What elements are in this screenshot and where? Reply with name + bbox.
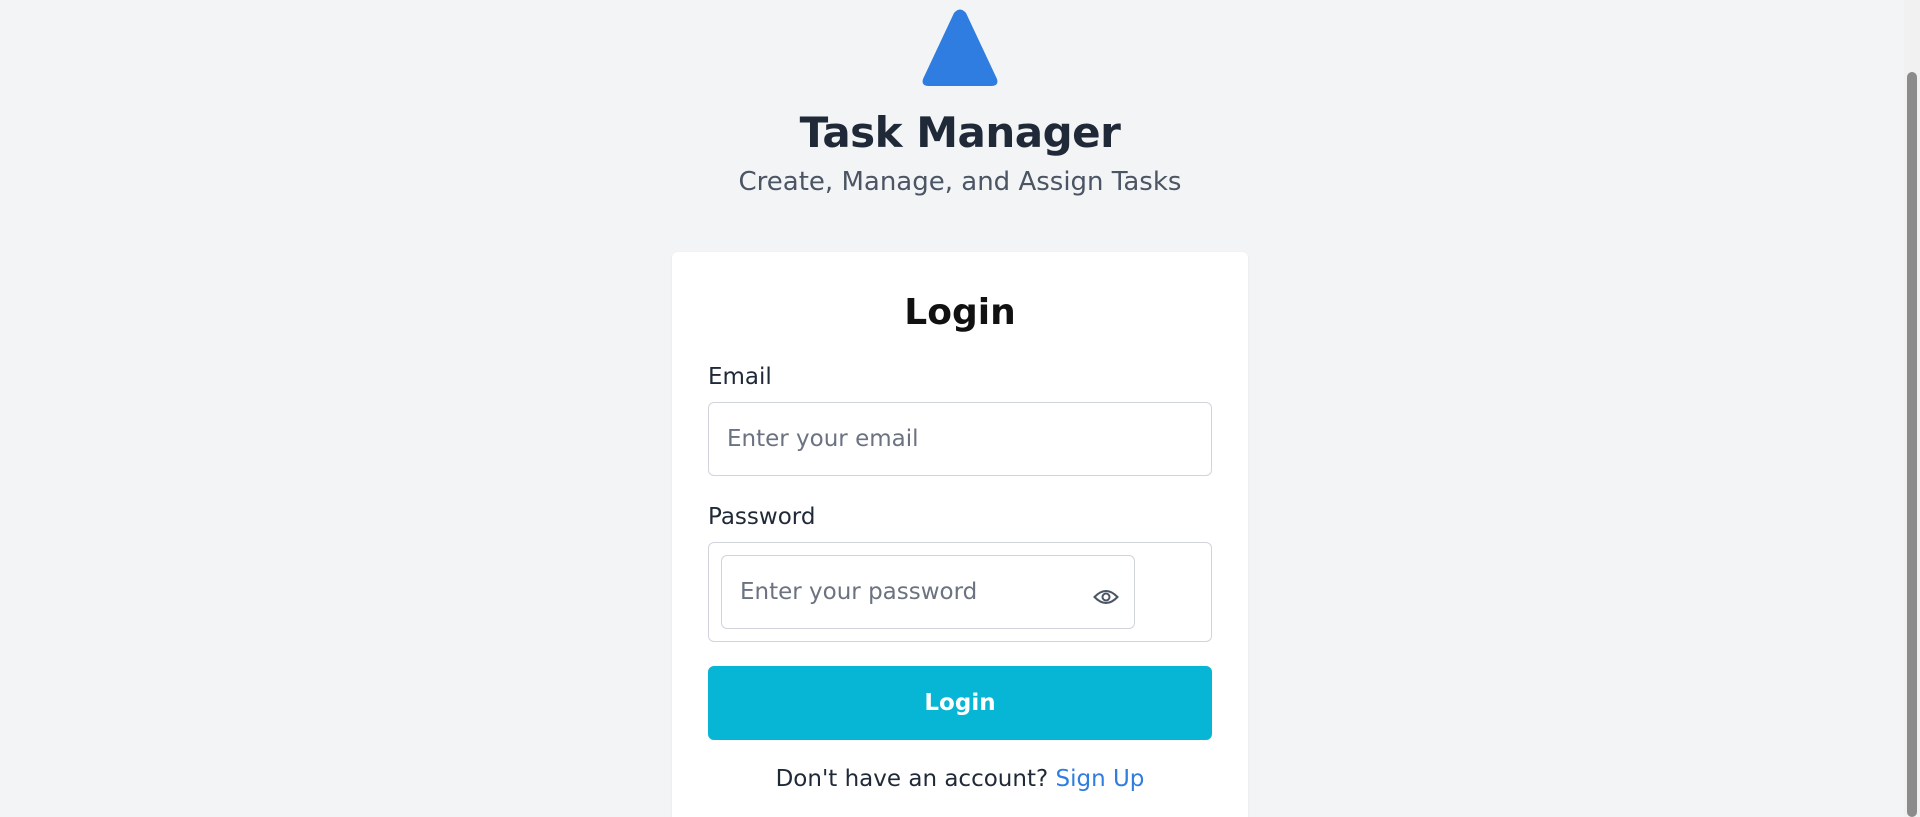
login-heading: Login	[904, 292, 1016, 333]
password-field-container	[708, 542, 1212, 642]
triangle-logo-icon	[922, 9, 998, 86]
password-label: Password	[708, 504, 816, 530]
login-button[interactable]: Login	[708, 666, 1212, 740]
password-field[interactable]	[721, 555, 1135, 629]
scrollbar-thumb[interactable]	[1907, 72, 1917, 817]
email-field[interactable]	[708, 402, 1212, 476]
signup-prompt-row: Don't have an account? Sign Up	[672, 764, 1248, 794]
app-title: Task Manager	[799, 108, 1121, 157]
login-page: Task Manager Create, Manage, and Assign …	[0, 0, 1920, 817]
sign-up-link[interactable]: Sign Up	[1055, 766, 1144, 792]
login-card: Login Email Password Login Don't have an…	[672, 252, 1248, 817]
signup-prompt-text: Don't have an account?	[775, 766, 1049, 792]
eye-icon[interactable]	[1093, 587, 1119, 607]
app-subtitle: Create, Manage, and Assign Tasks	[738, 167, 1182, 197]
email-label: Email	[708, 364, 772, 390]
